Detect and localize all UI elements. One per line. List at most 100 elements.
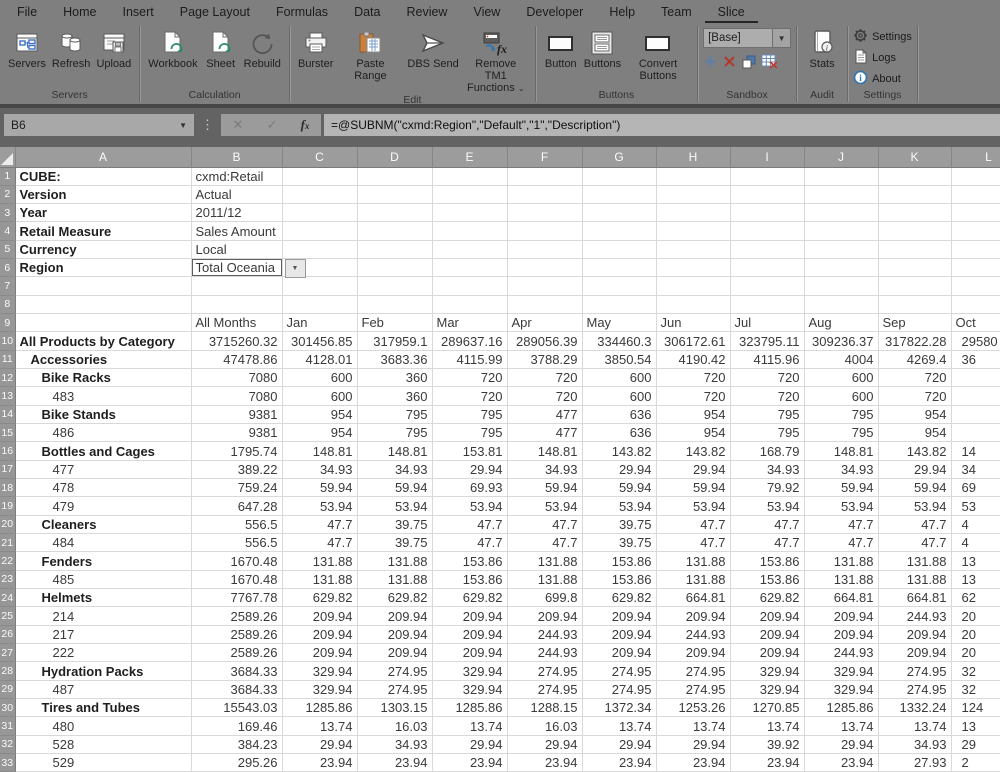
cell[interactable]: 477: [507, 405, 583, 425]
cell[interactable]: 29.94: [282, 735, 358, 755]
cell[interactable]: 53.94: [656, 496, 731, 516]
cell[interactable]: [357, 276, 433, 296]
cell[interactable]: 317959.1: [357, 331, 433, 351]
sandbox-delete-button[interactable]: [722, 54, 737, 74]
cell[interactable]: [582, 221, 657, 241]
cell[interactable]: Bottles and Cages: [15, 441, 192, 461]
cell[interactable]: 720: [878, 368, 952, 388]
cell[interactable]: 47.7: [507, 515, 583, 535]
cell[interactable]: 131.88: [804, 570, 879, 590]
cell[interactable]: 29.94: [878, 460, 952, 480]
cell[interactable]: 209.94: [804, 606, 879, 626]
sandbox-combo[interactable]: [Base] ▼: [703, 28, 792, 48]
cell[interactable]: 53.94: [432, 496, 508, 516]
cell[interactable]: 4269.4: [878, 350, 952, 370]
cell[interactable]: [656, 258, 731, 278]
cell[interactable]: Bike Stands: [15, 405, 192, 425]
cancel-icon[interactable]: ✕: [233, 117, 244, 133]
cell[interactable]: 795: [357, 405, 433, 425]
row-header[interactable]: 24: [0, 588, 16, 608]
cell[interactable]: [804, 167, 879, 186]
cell[interactable]: 3715260.32: [191, 331, 283, 351]
row-header[interactable]: 31: [0, 716, 16, 736]
cell[interactable]: [804, 240, 879, 260]
column-header[interactable]: L: [951, 147, 1000, 168]
cell[interactable]: 148.81: [507, 441, 583, 461]
cell[interactable]: 34.93: [804, 460, 879, 480]
cell[interactable]: 636: [582, 405, 657, 425]
cell[interactable]: 954: [656, 405, 731, 425]
cell[interactable]: 59.94: [507, 478, 583, 498]
cell[interactable]: 209.94: [582, 643, 657, 663]
cell[interactable]: 360: [357, 386, 433, 406]
cell[interactable]: 47.7: [804, 515, 879, 535]
cell[interactable]: [357, 167, 433, 186]
tab-developer[interactable]: Developer: [513, 2, 596, 23]
column-header[interactable]: E: [432, 147, 508, 168]
cell[interactable]: 556.5: [191, 533, 283, 553]
row-header[interactable]: 21: [0, 533, 16, 553]
cell[interactable]: 3684.33: [191, 661, 283, 681]
cell[interactable]: [878, 240, 952, 260]
cell[interactable]: 629.82: [357, 588, 433, 608]
cell[interactable]: 169.46: [191, 716, 283, 736]
column-header[interactable]: H: [656, 147, 731, 168]
cell[interactable]: 244.93: [804, 643, 879, 663]
cell[interactable]: 795: [432, 423, 508, 443]
cell[interactable]: [951, 167, 1000, 186]
cell[interactable]: 4128.01: [282, 350, 358, 370]
cell[interactable]: 1253.26: [656, 698, 731, 718]
cell[interactable]: 309236.37: [804, 331, 879, 351]
tab-data[interactable]: Data: [341, 2, 393, 23]
cell[interactable]: 209.94: [357, 606, 433, 626]
cell[interactable]: 7080: [191, 368, 283, 388]
cell[interactable]: 29.94: [432, 735, 508, 755]
cell[interactable]: [804, 258, 879, 278]
cell[interactable]: 9381: [191, 423, 283, 443]
cell[interactable]: 329.94: [730, 661, 805, 681]
cell[interactable]: 274.95: [878, 680, 952, 700]
cell[interactable]: 131.88: [357, 570, 433, 590]
column-header[interactable]: D: [357, 147, 433, 168]
burster-button[interactable]: Burster: [295, 25, 336, 70]
cell[interactable]: 143.82: [582, 441, 657, 461]
cell[interactable]: [656, 276, 731, 296]
cell[interactable]: [730, 295, 805, 315]
cell[interactable]: 3850.54: [582, 350, 657, 370]
cell[interactable]: 53.94: [282, 496, 358, 516]
cell[interactable]: 53.94: [582, 496, 657, 516]
row-header[interactable]: 11: [0, 350, 16, 370]
sheet-button[interactable]: Sheet: [201, 25, 241, 70]
cell[interactable]: 13: [951, 570, 1000, 590]
cell[interactable]: 209.94: [878, 625, 952, 645]
cell[interactable]: 53.94: [804, 496, 879, 516]
cell[interactable]: 720: [432, 368, 508, 388]
cell[interactable]: 720: [656, 368, 731, 388]
cell[interactable]: 664.81: [878, 588, 952, 608]
tab-page-layout[interactable]: Page Layout: [167, 2, 263, 23]
cell[interactable]: 4004: [804, 350, 879, 370]
cell[interactable]: [656, 167, 731, 186]
cell[interactable]: 4115.99: [432, 350, 508, 370]
cell[interactable]: 59.94: [804, 478, 879, 498]
cell[interactable]: [951, 276, 1000, 296]
cell[interactable]: 274.95: [357, 661, 433, 681]
cell[interactable]: 486: [15, 423, 192, 443]
row-header[interactable]: 1: [0, 167, 16, 186]
cell[interactable]: All Products by Category: [15, 331, 192, 351]
cell[interactable]: 209.94: [656, 606, 731, 626]
cell[interactable]: 29.94: [582, 735, 657, 755]
cell[interactable]: [357, 295, 433, 315]
cell[interactable]: [730, 167, 805, 186]
cell[interactable]: Tires and Tubes: [15, 698, 192, 718]
name-box[interactable]: B6 ▼: [4, 114, 194, 136]
row-header[interactable]: 20: [0, 515, 16, 535]
cell[interactable]: 720: [878, 386, 952, 406]
cell[interactable]: 62: [951, 588, 1000, 608]
cell[interactable]: 131.88: [878, 570, 952, 590]
cell[interactable]: 34: [951, 460, 1000, 480]
cell[interactable]: 131.88: [656, 570, 731, 590]
cell[interactable]: 131.88: [357, 551, 433, 571]
cell[interactable]: 600: [282, 368, 358, 388]
cell[interactable]: 29.94: [582, 460, 657, 480]
